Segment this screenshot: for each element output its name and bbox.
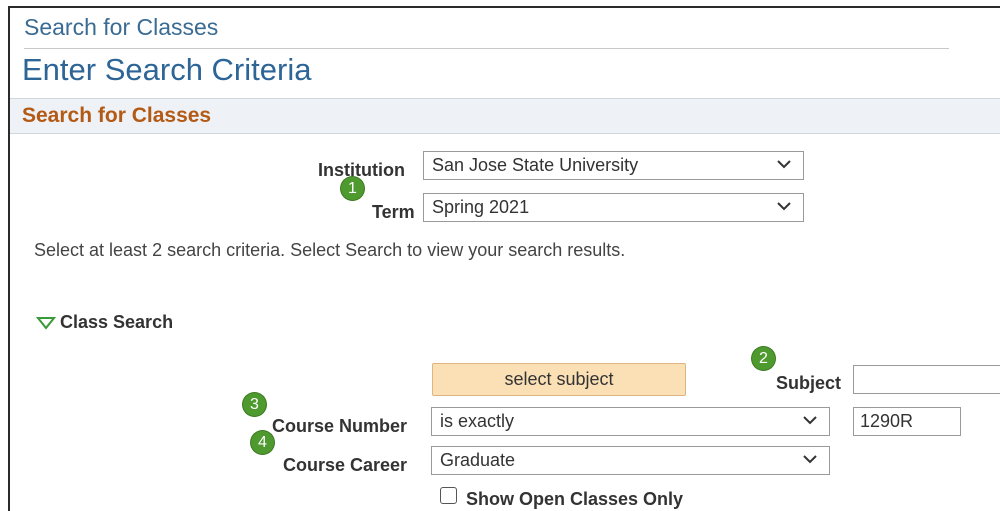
- instructions-text: Select at least 2 search criteria. Selec…: [34, 240, 626, 260]
- callout-badge-1: 1: [341, 177, 364, 200]
- class-search-heading: Class Search: [60, 312, 174, 332]
- course-number-operator: is exactly: [440, 411, 515, 431]
- class-search-toggle[interactable]: Class Search: [36, 312, 173, 333]
- chevron-down-icon: [777, 160, 791, 169]
- page-title: Enter Search Criteria: [22, 52, 312, 87]
- course-number-label: Course Number: [272, 416, 408, 436]
- chevron-down-icon: [803, 455, 817, 464]
- institution-select[interactable]: San Jose State University: [423, 151, 804, 180]
- term-value: Spring 2021: [432, 197, 530, 217]
- collapse-triangle-icon: [36, 316, 56, 330]
- chevron-down-icon: [777, 202, 791, 211]
- breadcrumb-divider: [24, 48, 949, 49]
- subject-label: Subject: [776, 373, 842, 393]
- subject-input[interactable]: [853, 365, 1000, 394]
- term-label: Term: [372, 202, 415, 222]
- show-open-classes-checkbox[interactable]: [440, 487, 457, 504]
- course-number-input[interactable]: 1290R: [853, 407, 961, 436]
- course-number-operator-select[interactable]: is exactly: [431, 407, 830, 436]
- course-career-label: Course Career: [283, 455, 408, 475]
- callout-badge-4: 4: [251, 431, 274, 454]
- institution-value: San Jose State University: [432, 155, 639, 175]
- course-career-select[interactable]: Graduate: [431, 446, 830, 475]
- select-subject-button[interactable]: select subject: [432, 363, 686, 396]
- show-open-classes-label: Show Open Classes Only: [466, 489, 684, 509]
- institution-label: Institution: [318, 160, 405, 180]
- course-career-value: Graduate: [440, 450, 516, 470]
- callout-badge-2: 2: [752, 347, 775, 370]
- callout-badge-3: 3: [243, 393, 266, 416]
- section-title: Search for Classes: [22, 104, 212, 127]
- breadcrumb: Search for Classes: [24, 14, 219, 40]
- chevron-down-icon: [803, 416, 817, 425]
- term-select[interactable]: Spring 2021: [423, 193, 804, 222]
- section-header: Search for Classes: [10, 98, 1000, 134]
